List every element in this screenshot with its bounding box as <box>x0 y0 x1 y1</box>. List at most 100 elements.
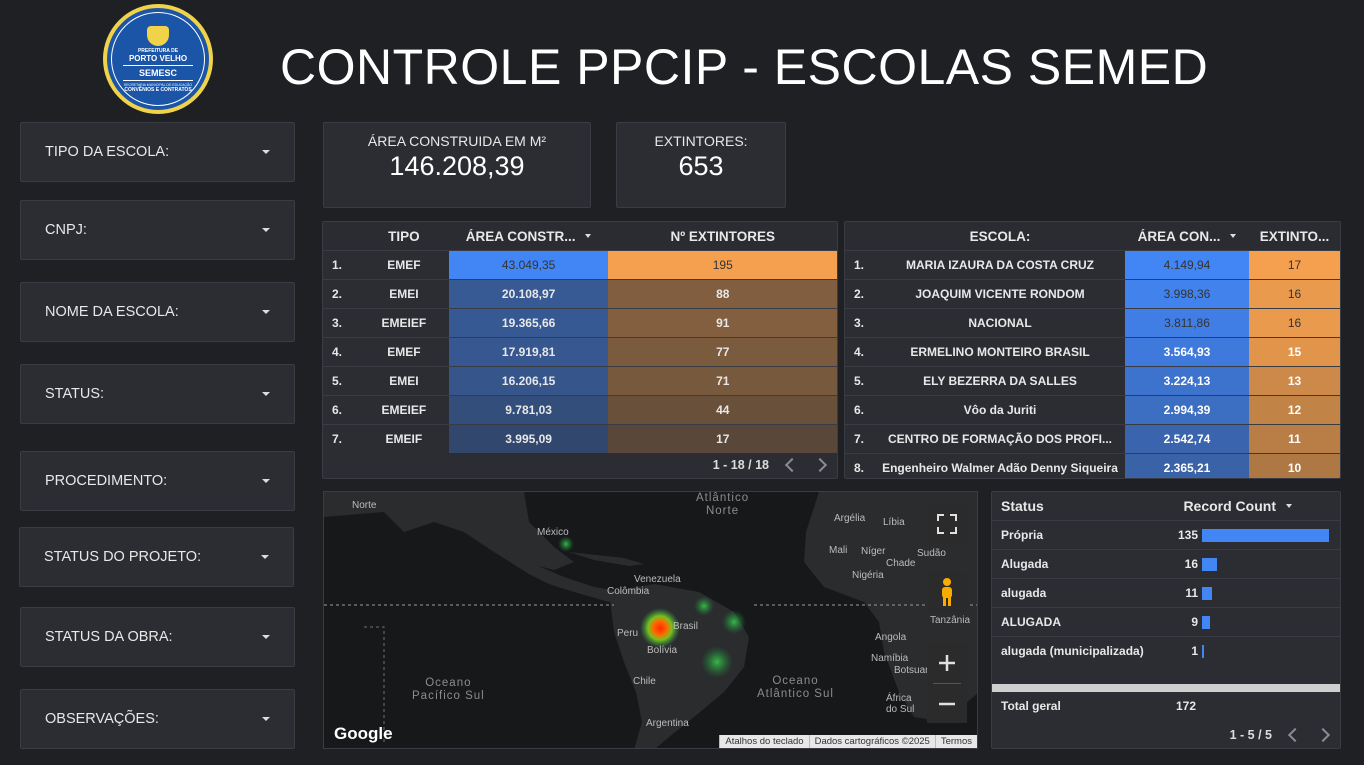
map-label-mexico: México <box>537 527 569 538</box>
cell-tipo: EMEI <box>389 287 419 301</box>
table-row[interactable]: 2. EMEI 20.108,97 88 <box>323 279 837 308</box>
cell-area: 2.542,74 <box>1125 425 1249 453</box>
table-row[interactable]: 4. ERMELINO MONTEIRO BRASIL 3.564,93 15 <box>845 337 1340 366</box>
prev-page-icon[interactable] <box>784 457 800 473</box>
table-row[interactable]: 5. EMEI 16.206,15 71 <box>323 366 837 395</box>
heat-spot-1 <box>694 596 714 616</box>
cell-escola: JOAQUIM VICENTE RONDOM <box>915 287 1085 301</box>
table-header: ESCOLA: ÁREA CON... EXTINTO... <box>845 222 1340 250</box>
header-extintores[interactable]: Nº EXTINTORES <box>608 229 837 244</box>
row-index: 6. <box>854 403 865 417</box>
table-row[interactable]: 7. CENTRO DE FORMAÇÃO DOS PROFI... 2.542,7… <box>845 424 1340 453</box>
horizontal-scrollbar[interactable] <box>992 684 1340 692</box>
heatmap-map[interactable]: Norte Atlântico Norte México Venezuela Co… <box>323 491 978 749</box>
caret-down-icon <box>261 555 269 559</box>
status-count: 16 <box>1184 557 1198 571</box>
table-row[interactable]: Alugada 16 <box>992 549 1340 578</box>
status-name: ALUGADA <box>1001 615 1061 629</box>
map-footer: Atalhos do teclado Dados cartográficos ©… <box>719 735 977 748</box>
table-row[interactable]: 5. ELY BEZERRA DA SALLES 3.224,13 13 <box>845 366 1340 395</box>
terms-link[interactable]: Termos <box>934 735 977 748</box>
table-row[interactable]: 3. EMEIEF 19.365,66 91 <box>323 308 837 337</box>
table-row[interactable]: 3. NACIONAL 3.811,86 16 <box>845 308 1340 337</box>
zoom-out-button[interactable] <box>927 684 967 723</box>
pagination-label: 1 - 18 / 18 <box>712 458 769 472</box>
filter-nome-da-escola[interactable]: NOME DA ESCOLA: <box>20 282 295 342</box>
map-data-credit: Dados cartográficos ©2025 <box>808 735 935 748</box>
total-value: 172 <box>1175 699 1196 713</box>
crest-icon <box>147 25 169 46</box>
table-row[interactable]: 1. MARIA IZAURA DA COSTA CRUZ 4.149,94 17 <box>845 250 1340 279</box>
filter-procedimento[interactable]: PROCEDIMENTO: <box>20 451 295 511</box>
filter-label: NOME DA ESCOLA: <box>45 304 179 320</box>
header-tipo[interactable]: TIPO <box>359 229 449 244</box>
filter-label: TIPO DA ESCOLA: <box>45 144 170 160</box>
table-row[interactable]: 7. EMEIF 3.995,09 17 <box>323 424 837 453</box>
map-label-sudao: Sudão <box>917 548 946 559</box>
zoom-in-button[interactable] <box>927 643 967 683</box>
cell-escola: ELY BEZERRA DA SALLES <box>923 374 1077 388</box>
row-index: 8. <box>854 461 865 475</box>
table-row[interactable]: Própria 135 <box>992 520 1340 549</box>
table-row[interactable]: alugada 11 <box>992 578 1340 607</box>
header-area[interactable]: ÁREA CON... <box>1125 229 1249 244</box>
cell-area: 3.998,36 <box>1125 280 1249 308</box>
fullscreen-button[interactable] <box>927 504 967 544</box>
cell-extintores: 44 <box>608 396 837 424</box>
header-extintores[interactable]: EXTINTO... <box>1249 229 1340 244</box>
status-table: Status Record Count Própria 135 Alugada 16 a… <box>991 491 1341 749</box>
filter-status[interactable]: STATUS: <box>20 364 295 424</box>
filter-observacoes[interactable]: OBSERVAÇÕES: <box>20 689 295 749</box>
row-index: 2. <box>332 287 343 301</box>
prev-page-icon[interactable] <box>1287 727 1303 743</box>
filter-status-da-obra[interactable]: STATUS DA OBRA: <box>20 607 295 667</box>
cell-area: 9.781,03 <box>448 396 609 424</box>
logo-name: SEMESC <box>138 67 177 78</box>
cell-extintores: 71 <box>608 367 837 395</box>
map-label-atlantico-norte: Atlântico Norte <box>696 492 750 517</box>
header-area-label: ÁREA CON... <box>1137 228 1221 244</box>
street-view-button[interactable] <box>927 572 967 612</box>
filter-status-do-projeto[interactable]: STATUS DO PROJETO: <box>19 527 294 587</box>
table-row[interactable]: 1. EMEF 43.049,35 195 <box>323 250 837 279</box>
kpi-value: 653 <box>678 151 724 181</box>
next-page-icon[interactable] <box>812 457 828 473</box>
caret-down-icon <box>262 310 270 314</box>
table-row[interactable]: alugada (municipalizada) 1 <box>992 636 1340 665</box>
kpi-label: ÁREA CONSTRUIDA EM M² <box>367 133 547 149</box>
pagination: 1 - 18 / 18 <box>712 457 828 473</box>
header-status[interactable]: Status <box>992 498 1152 514</box>
header-escola[interactable]: ESCOLA: <box>875 229 1125 244</box>
caret-down-icon <box>262 228 270 232</box>
table-row[interactable]: ALUGADA 9 <box>992 607 1340 636</box>
keyboard-shortcuts-link[interactable]: Atalhos do teclado <box>719 735 808 748</box>
header-area[interactable]: ÁREA CONSTR... <box>449 229 609 244</box>
cell-extintores: 10 <box>1249 454 1340 478</box>
table-row[interactable]: 6. EMEIEF 9.781,03 44 <box>323 395 837 424</box>
header-area-label: ÁREA CONSTR... <box>465 228 576 244</box>
next-page-icon[interactable] <box>1315 727 1331 743</box>
caret-down-icon <box>262 635 270 639</box>
status-count-bar <box>1202 586 1213 600</box>
filter-cnpj[interactable]: CNPJ: <box>20 200 295 260</box>
table-row[interactable]: 6. Vôo da Juriti 2.994,39 12 <box>845 395 1340 424</box>
cell-extintores: 15 <box>1249 338 1340 366</box>
row-index: 7. <box>332 432 343 446</box>
filter-tipo-da-escola[interactable]: TIPO DA ESCOLA: <box>20 122 295 182</box>
sort-desc-icon <box>1230 234 1237 238</box>
status-name: alugada <box>1001 586 1047 600</box>
table-row[interactable]: 2. JOAQUIM VICENTE RONDOM 3.998,36 16 <box>845 279 1340 308</box>
cell-area: 16.206,15 <box>448 367 609 395</box>
row-index: 5. <box>854 374 865 388</box>
table-header: Status Record Count <box>992 492 1340 520</box>
table-row[interactable]: 8. Engenheiro Walmer Adão Denny Siqueira 2… <box>845 453 1340 478</box>
filter-label: STATUS: <box>45 386 105 402</box>
kpi-area-construida: ÁREA CONSTRUIDA EM M² 146.208,39 <box>323 122 591 208</box>
map-label-angola: Angola <box>875 632 907 643</box>
map-label-bolivia: Bolívia <box>647 645 678 656</box>
row-index: 3. <box>332 316 343 330</box>
status-name: alugada (municipalizada) <box>1001 644 1144 658</box>
cell-extintores: 16 <box>1249 309 1340 337</box>
table-row[interactable]: 4. EMEF 17.919,81 77 <box>323 337 837 366</box>
header-record-count[interactable]: Record Count <box>1152 498 1292 514</box>
